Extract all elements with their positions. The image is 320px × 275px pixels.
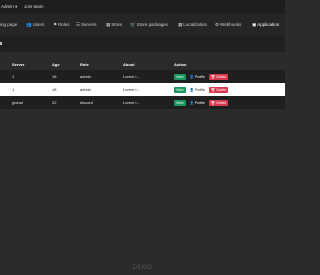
cell-age: 18 bbox=[52, 83, 80, 96]
column-header-role[interactable]: Role bbox=[80, 59, 123, 70]
demo-watermark: DEMO bbox=[132, 265, 153, 271]
profile-button[interactable]: 👤 Profile bbox=[188, 100, 207, 106]
admin-menu[interactable]: Admin ▾ bbox=[1, 0, 17, 14]
column-header-action[interactable]: Action bbox=[174, 59, 285, 70]
nav-item-landing-page[interactable]: ing page bbox=[0, 14, 17, 36]
table-row: 1 18 admin Lorem i... View 👤 Profile 🗑 Del… bbox=[0, 83, 285, 96]
nav-item-webhooks[interactable]: ⚙Webhooks bbox=[215, 14, 241, 36]
top-bar: Admin ▾ Join team bbox=[0, 0, 285, 14]
table-row: 1 18 admin Lorem i... View 👤 Profile 🗑 Del… bbox=[0, 70, 285, 83]
cell-role: discord bbox=[80, 96, 123, 109]
nav-item-users[interactable]: 👥Users bbox=[26, 14, 44, 36]
cell-age: 18 bbox=[52, 70, 80, 83]
grid-icon: ▦ bbox=[178, 22, 183, 27]
table-row: global 22 discord Lorem i... View 👤 Profi… bbox=[0, 96, 285, 109]
column-header-server[interactable]: Server bbox=[12, 59, 52, 70]
cell-about: Lorem i... bbox=[123, 70, 174, 83]
join-team-link[interactable]: Join team bbox=[24, 0, 44, 14]
cell-role: admin bbox=[80, 83, 123, 96]
nav-item-roles[interactable]: ⚑Roles bbox=[53, 14, 70, 36]
column-header-about[interactable]: About bbox=[123, 59, 174, 70]
indicator-mark bbox=[0, 42, 2, 45]
gear-icon: ⚙ bbox=[215, 22, 220, 27]
cell-role: admin bbox=[80, 70, 123, 83]
sub-header bbox=[0, 36, 285, 52]
cell-server: global bbox=[12, 96, 52, 109]
flag-icon: ⚑ bbox=[53, 22, 58, 27]
user-icon: 👤 bbox=[189, 87, 194, 92]
window-icon: ▣ bbox=[252, 22, 257, 27]
cell-actions: View 👤 Profile 🗑 Delete bbox=[174, 70, 285, 83]
trash-icon: 🗑 bbox=[210, 87, 216, 92]
nav-item-store[interactable]: ▦Store bbox=[106, 14, 122, 36]
profile-button[interactable]: 👤 Profile bbox=[188, 74, 207, 80]
users-icon: 👥 bbox=[26, 22, 32, 27]
trash-icon: 🗑 bbox=[210, 100, 216, 105]
nav-item-localization[interactable]: ▦Localization bbox=[178, 14, 207, 36]
view-button[interactable]: View bbox=[174, 99, 186, 106]
profile-button[interactable]: 👤 Profile bbox=[188, 87, 207, 93]
nav-item-store-packages[interactable]: 🛒Store packages bbox=[130, 14, 168, 36]
cell-about: Lorem i... bbox=[123, 83, 174, 96]
cell-server: 1 bbox=[12, 70, 52, 83]
delete-button[interactable]: 🗑 Delete bbox=[208, 73, 229, 80]
table-header-row: Server Age Role About Action bbox=[0, 59, 285, 70]
cell-age: 22 bbox=[52, 96, 80, 109]
view-button[interactable]: View bbox=[174, 73, 186, 80]
view-button[interactable]: View bbox=[174, 86, 186, 93]
delete-button[interactable]: 🗑 Delete bbox=[208, 86, 229, 93]
user-icon: 👤 bbox=[189, 74, 194, 79]
trash-icon: 🗑 bbox=[210, 74, 216, 79]
nav-item-application[interactable]: ▣Application bbox=[252, 14, 279, 36]
users-table: Server Age Role About Action 1 18 admin … bbox=[0, 59, 285, 109]
column-header-age[interactable]: Age bbox=[52, 59, 80, 70]
cell-about: Lorem i... bbox=[123, 96, 174, 109]
store-icon: ▦ bbox=[106, 22, 111, 27]
cell-actions: View 👤 Profile 🗑 Delete bbox=[174, 96, 285, 109]
cart-icon: 🛒 bbox=[130, 22, 136, 27]
cell-actions: View 👤 Profile 🗑 Delete bbox=[174, 83, 285, 96]
cell-server: 1 bbox=[12, 83, 52, 96]
main-nav: ing page 👥Users ⚑Roles ☰Servers ▦Store 🛒… bbox=[0, 14, 285, 36]
delete-button[interactable]: 🗑 Delete bbox=[208, 99, 229, 106]
user-icon: 👤 bbox=[189, 100, 194, 105]
nav-item-servers[interactable]: ☰Servers bbox=[76, 14, 97, 36]
list-icon: ☰ bbox=[76, 22, 81, 27]
